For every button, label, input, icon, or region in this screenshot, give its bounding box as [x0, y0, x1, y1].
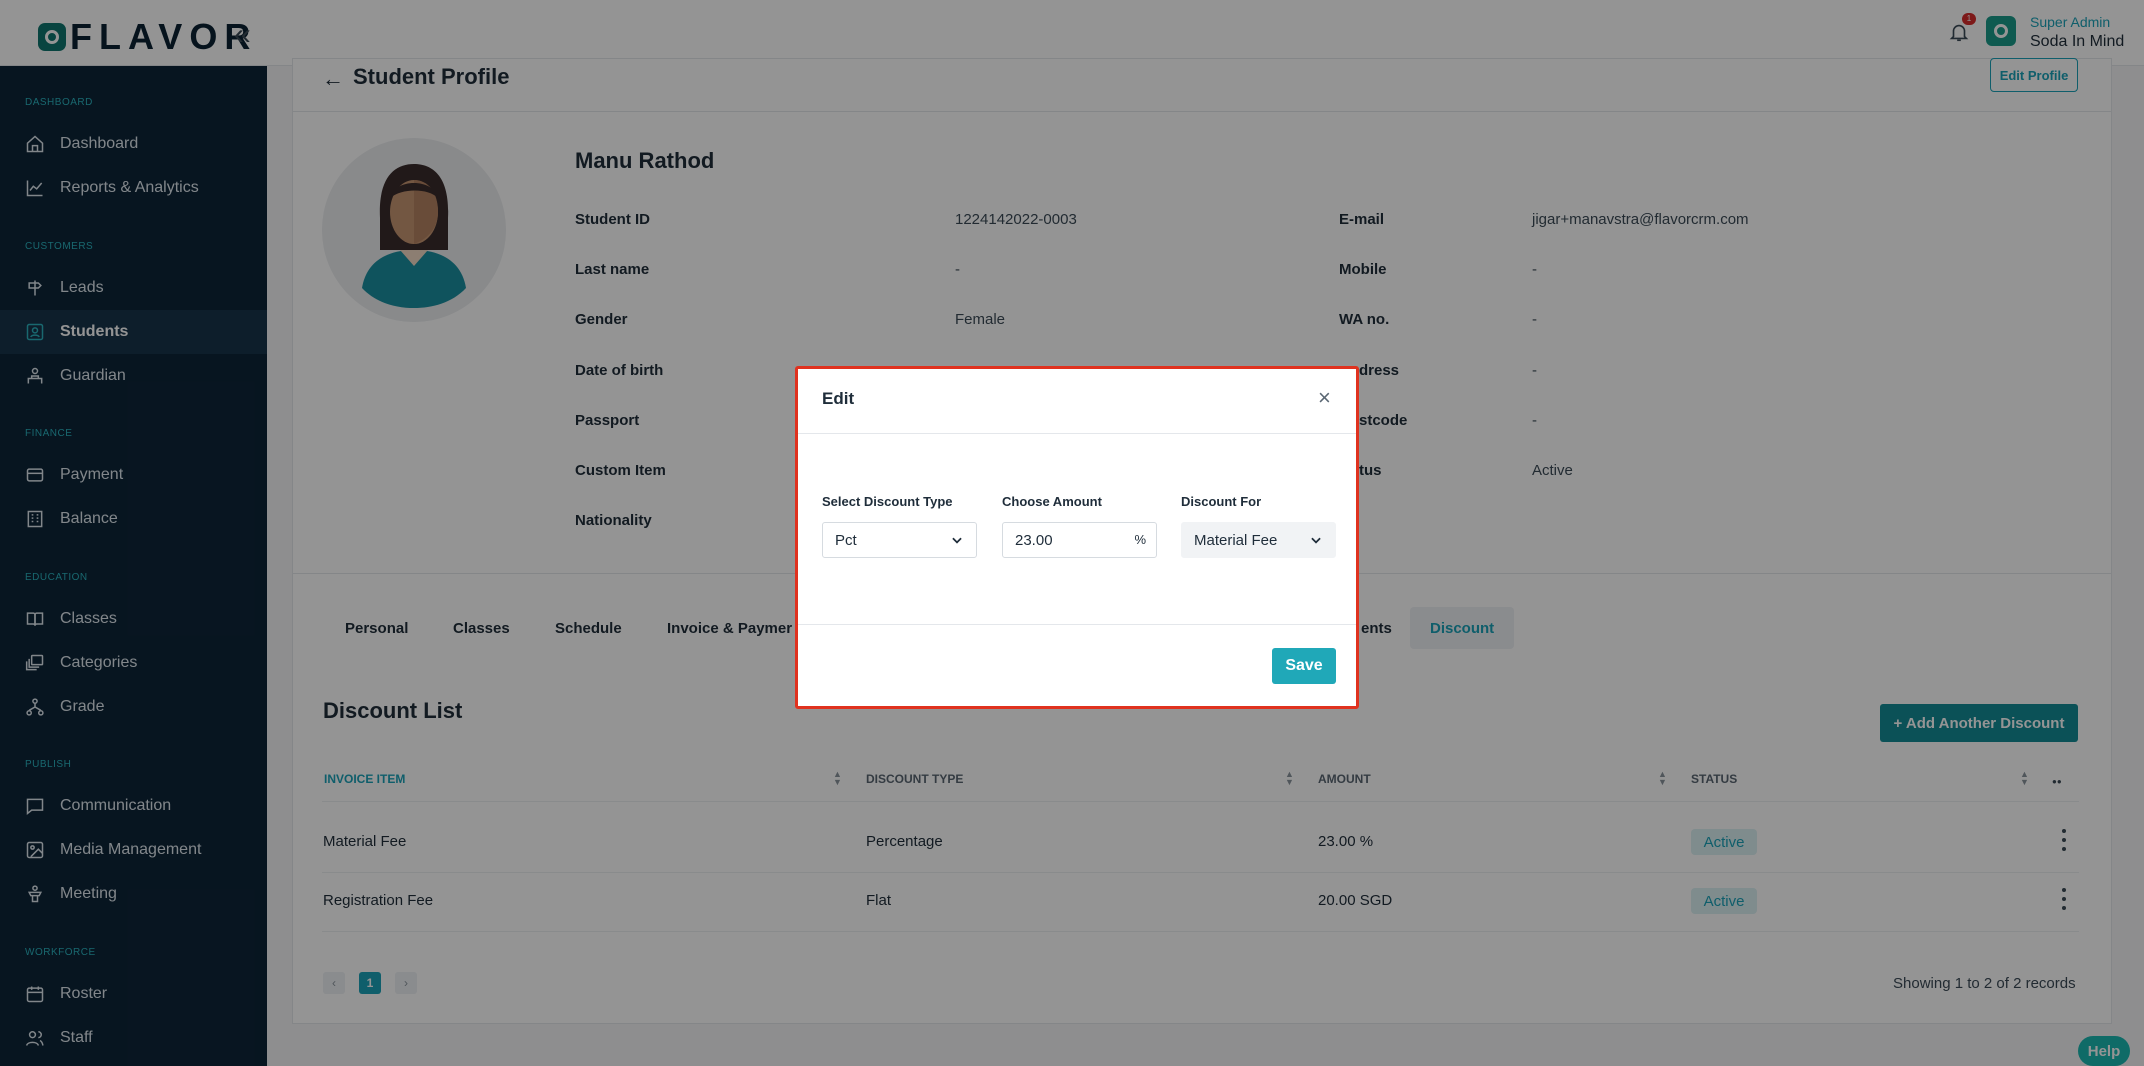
- discount-type-label: Select Discount Type: [822, 494, 953, 509]
- discount-for-select[interactable]: Material Fee: [1181, 522, 1336, 558]
- discount-type-select[interactable]: Pct: [822, 522, 977, 558]
- amount-value: 23.00: [1015, 531, 1053, 549]
- discount-type-value: Pct: [835, 531, 857, 549]
- chevron-down-icon: [1311, 537, 1321, 544]
- close-icon[interactable]: ×: [1318, 387, 1331, 409]
- modal-title: Edit: [822, 389, 855, 408]
- discount-for-label: Discount For: [1181, 494, 1262, 509]
- chevron-down-icon: [952, 537, 962, 544]
- amount-unit: %: [1134, 532, 1146, 547]
- amount-input[interactable]: 23.00 %: [1002, 522, 1157, 558]
- edit-discount-modal: Edit × Select Discount Type Pct Choose A…: [795, 366, 1359, 709]
- amount-label: Choose Amount: [1002, 494, 1102, 509]
- modal-divider: [798, 433, 1356, 434]
- save-button[interactable]: Save: [1272, 648, 1336, 684]
- modal-divider: [798, 624, 1356, 625]
- discount-for-value: Material Fee: [1194, 531, 1278, 549]
